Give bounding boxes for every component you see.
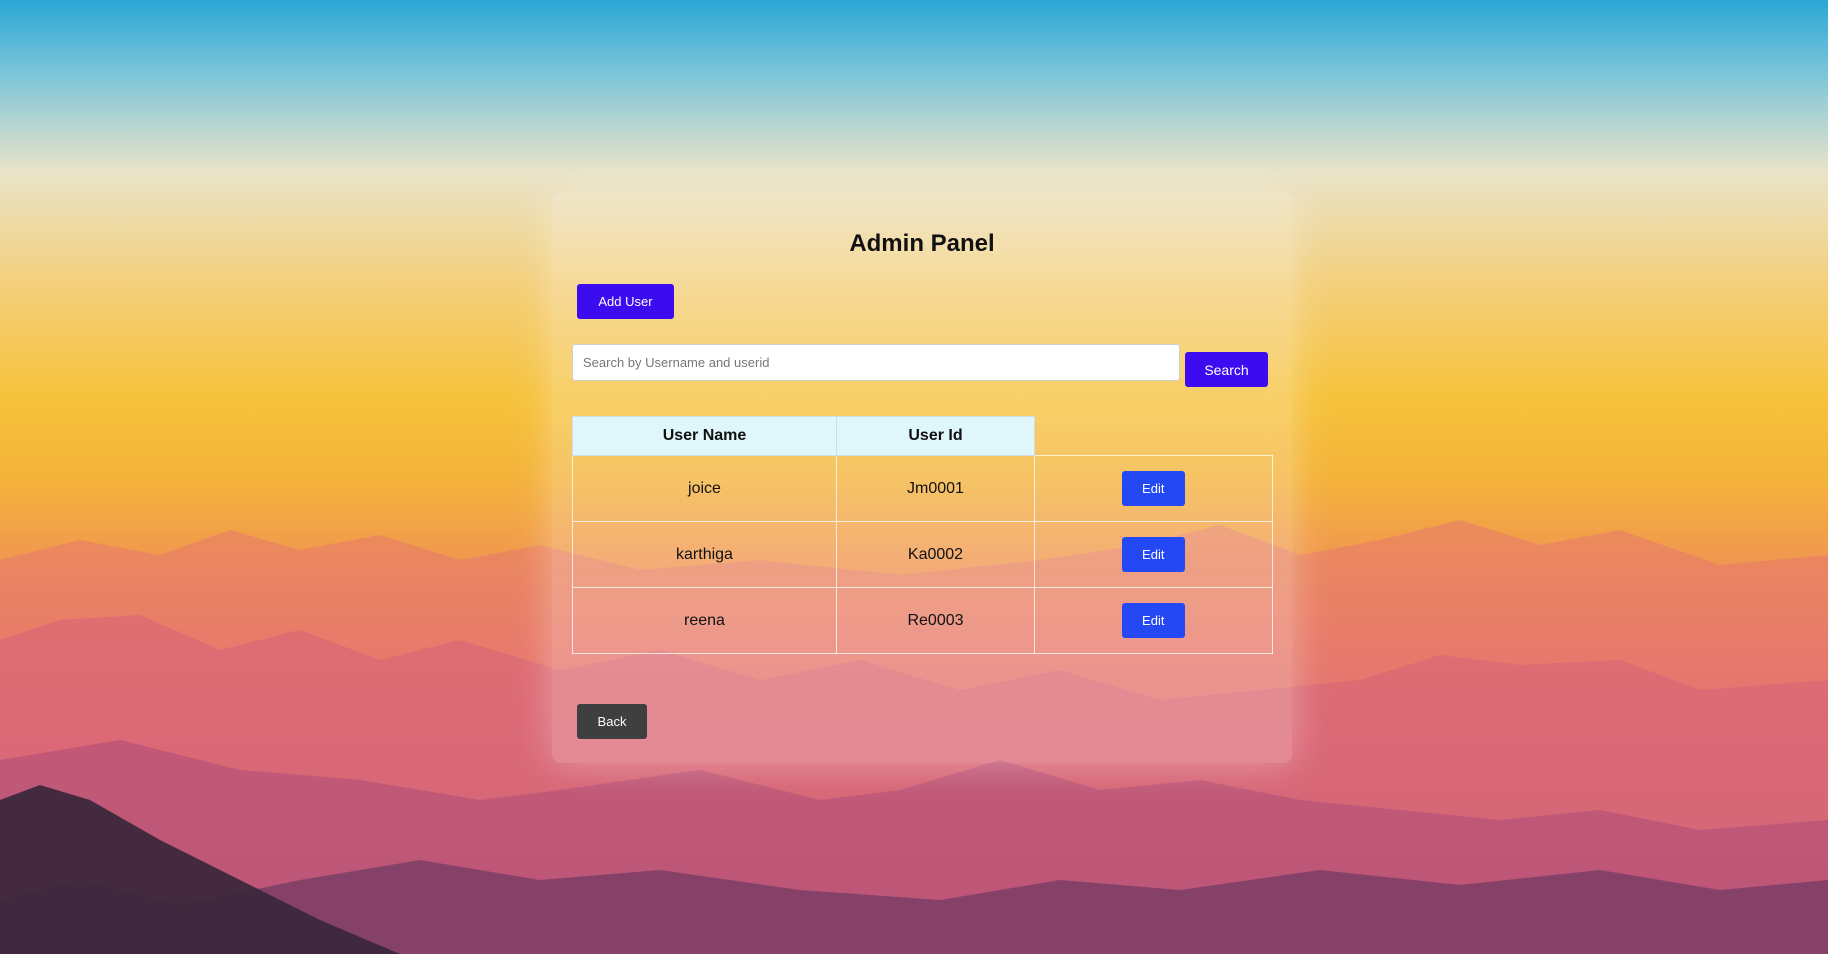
- search-input[interactable]: [572, 344, 1180, 381]
- cell-actions: Edit: [1034, 587, 1273, 654]
- table-row: karthiga Ka0002 Edit: [572, 521, 1273, 588]
- page-title: Admin Panel: [849, 230, 995, 257]
- cell-username: joice: [572, 455, 837, 522]
- cell-username: reena: [572, 587, 837, 654]
- search-button[interactable]: Search: [1185, 352, 1268, 387]
- column-header-actions: [1035, 417, 1273, 456]
- back-button[interactable]: Back: [577, 704, 647, 739]
- column-header-userid: User Id: [836, 416, 1035, 456]
- cell-userid: Re0003: [836, 587, 1035, 654]
- edit-button[interactable]: Edit: [1121, 471, 1185, 506]
- cell-username: karthiga: [572, 521, 837, 588]
- cell-actions: Edit: [1034, 521, 1273, 588]
- add-user-button[interactable]: Add User: [577, 284, 674, 319]
- users-table: User Name User Id joice Jm0001 Edit kart…: [572, 416, 1273, 654]
- cell-actions: Edit: [1034, 455, 1273, 522]
- table-row: joice Jm0001 Edit: [572, 455, 1273, 522]
- cell-userid: Ka0002: [836, 521, 1035, 588]
- edit-button[interactable]: Edit: [1121, 603, 1185, 638]
- column-header-username: User Name: [572, 416, 837, 456]
- edit-button[interactable]: Edit: [1121, 537, 1185, 572]
- table-row: reena Re0003 Edit: [572, 587, 1273, 654]
- admin-panel-card: Admin Panel Add User Search User Name Us…: [552, 192, 1292, 763]
- cell-userid: Jm0001: [836, 455, 1035, 522]
- table-header-row: User Name User Id: [572, 416, 1273, 456]
